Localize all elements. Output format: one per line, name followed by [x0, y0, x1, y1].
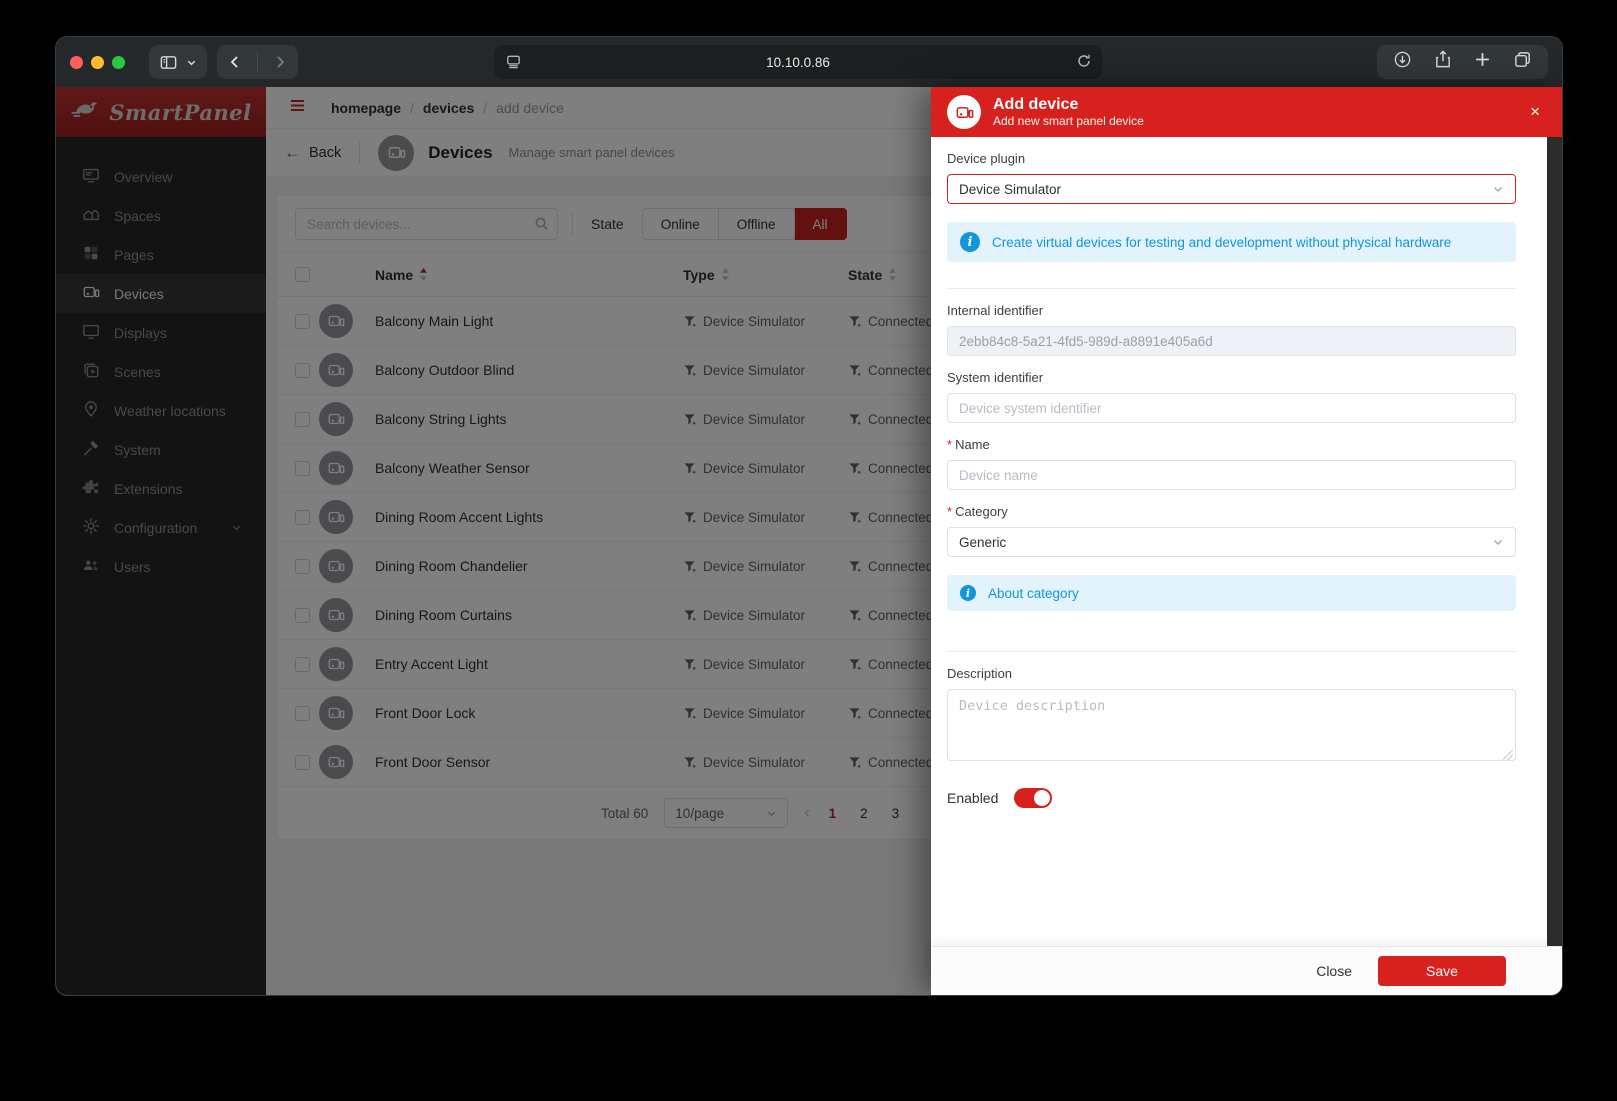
browser-sidebar-icon — [159, 53, 178, 72]
back-icon[interactable] — [227, 54, 243, 70]
internal-identifier-field — [947, 326, 1516, 356]
drawer-header: Add device Add new smart panel device × — [931, 87, 1562, 137]
enabled-row: Enabled — [947, 788, 1516, 808]
system-identifier-label: System identifier — [947, 370, 1516, 385]
drawer-footer: Close Save — [931, 946, 1562, 995]
drawer-body: Device plugin Device Simulator i Create … — [931, 137, 1562, 946]
required-asterisk: * — [947, 504, 952, 519]
category-label: *Category — [947, 504, 1516, 519]
internal-identifier-label: Internal identifier — [947, 303, 1516, 318]
traffic-lights — [70, 56, 125, 69]
app-page: SmartPanel Overview Spaces Pages Devices… — [56, 87, 1562, 995]
browser-titlebar: 10.10.0.86 — [56, 37, 1562, 87]
forward-icon[interactable] — [272, 54, 288, 70]
resize-handle[interactable] — [1503, 750, 1513, 760]
device-name-field[interactable] — [947, 460, 1516, 490]
history-nav — [217, 45, 298, 79]
name-label: *Name — [947, 437, 1516, 452]
drawer-subtitle: Add new smart panel device — [993, 114, 1144, 128]
tab-overview-icon[interactable] — [1513, 50, 1532, 74]
browser-window: 10.10.0.86 — [56, 37, 1562, 995]
enabled-label: Enabled — [947, 790, 998, 806]
add-device-drawer: Add device Add new smart panel device × … — [931, 87, 1562, 995]
divider — [947, 651, 1516, 652]
description-field[interactable] — [947, 689, 1516, 761]
category-select[interactable]: Generic — [947, 527, 1516, 557]
sidebar-toggle-button[interactable] — [149, 45, 207, 79]
close-icon[interactable]: × — [1524, 98, 1546, 126]
divider — [947, 288, 1516, 289]
reload-icon[interactable] — [1076, 53, 1092, 72]
reader-icon[interactable] — [505, 53, 522, 73]
drawer-scrollbar[interactable] — [1547, 137, 1562, 946]
plugin-info-text: Create virtual devices for testing and d… — [992, 235, 1451, 250]
category-info-banner: i About category — [947, 575, 1516, 611]
toggle-knob — [1034, 790, 1050, 806]
description-label: Description — [947, 666, 1516, 681]
enabled-toggle[interactable] — [1014, 788, 1052, 808]
info-icon: i — [960, 232, 980, 252]
chevron-down-icon — [1492, 183, 1504, 195]
close-window-button[interactable] — [70, 56, 83, 69]
address-bar[interactable]: 10.10.0.86 — [494, 45, 1102, 79]
add-device-icon — [947, 95, 981, 129]
downloads-icon[interactable] — [1393, 50, 1412, 74]
minimize-window-button[interactable] — [91, 56, 104, 69]
about-category-link[interactable]: About category — [988, 586, 1079, 601]
browser-actions — [1377, 45, 1548, 79]
zoom-window-button[interactable] — [112, 56, 125, 69]
required-asterisk: * — [947, 437, 952, 452]
system-identifier-field[interactable] — [947, 393, 1516, 423]
drawer-title: Add device — [993, 96, 1144, 114]
plugin-info-banner: i Create virtual devices for testing and… — [947, 222, 1516, 262]
nav-divider — [257, 52, 258, 72]
chevron-down-icon — [1492, 536, 1504, 548]
share-icon[interactable] — [1434, 50, 1452, 74]
info-icon: i — [960, 585, 976, 601]
chevron-down-icon — [186, 57, 197, 68]
url-text: 10.10.0.86 — [766, 55, 830, 70]
device-plugin-select[interactable]: Device Simulator — [947, 174, 1516, 204]
device-plugin-label: Device plugin — [947, 151, 1516, 166]
close-button[interactable]: Close — [1316, 963, 1352, 979]
save-button[interactable]: Save — [1378, 956, 1506, 986]
new-tab-icon[interactable] — [1474, 51, 1491, 73]
